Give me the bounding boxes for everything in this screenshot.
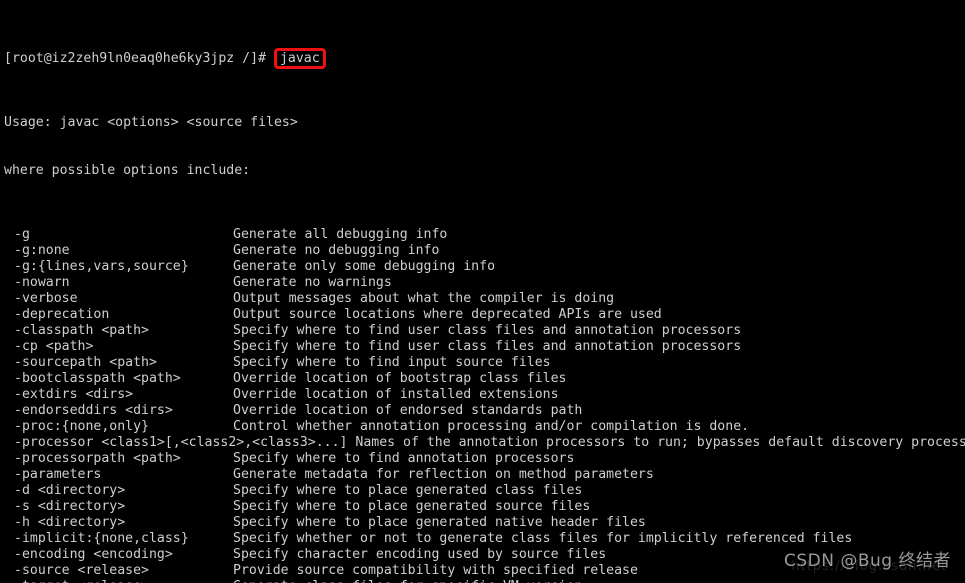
- option-row: -processor <class1>[,<class2>,<class3>..…: [0, 435, 965, 451]
- option-name: -processorpath <path>: [14, 451, 181, 466]
- usage-line: Usage: javac <options> <source files>: [4, 115, 298, 130]
- option-description: Specify where to find annotation process…: [233, 451, 575, 466]
- option-description: Specify whether or not to generate class…: [233, 531, 853, 546]
- option-name: -verbose: [14, 291, 78, 306]
- option-row: -s <directory> Specify where to place gen…: [0, 499, 965, 515]
- option-name: -g: [14, 227, 30, 242]
- option-name: -s <directory>: [14, 499, 126, 514]
- option-row: -extdirs <dirs> Override location of inst…: [0, 387, 965, 403]
- option-description: Override location of endorsed standards …: [233, 403, 583, 418]
- option-row: -target <release> Generate class files fo…: [0, 579, 965, 583]
- option-description: Specify where to place generated native …: [233, 515, 646, 530]
- option-row: -processorpath <path> Specify where to fi…: [0, 451, 965, 467]
- option-name: -g:none: [14, 243, 70, 258]
- option-description: Override location of installed extension…: [233, 387, 559, 402]
- option-description: Generate class files for specific VM ver…: [233, 579, 582, 583]
- option-name: -sourcepath <path>: [14, 355, 157, 370]
- option-row: -g Generate all debugging info: [0, 227, 965, 243]
- option-name: -bootclasspath <path>: [14, 371, 181, 386]
- option-description: Generate no debugging info: [233, 243, 440, 258]
- option-list: -g Generate all debugging info -g:none Gene…: [0, 227, 965, 583]
- option-description: Specify where to find input source files: [233, 355, 551, 370]
- option-name: -cp <path>: [14, 339, 94, 354]
- option-description: Generate all debugging info: [233, 227, 448, 242]
- option-name: -endorseddirs <dirs>: [14, 403, 173, 418]
- option-name: -classpath <path>: [14, 323, 149, 338]
- option-description: Override location of bootstrap class fil…: [233, 371, 567, 386]
- option-name: -nowarn: [14, 275, 70, 290]
- option-description: Provide source compatibility with specif…: [233, 563, 638, 578]
- option-description: Generate no warnings: [233, 275, 392, 290]
- option-description: Specify where to find user class files a…: [233, 323, 742, 338]
- option-row: -implicit:{none,class} Specify whether or…: [0, 531, 965, 547]
- option-description: Specify character encoding used by sourc…: [233, 547, 607, 562]
- option-row: -sourcepath <path> Specify where to find …: [0, 355, 965, 371]
- option-row: -proc:{none,only} Control whether annotat…: [0, 419, 965, 435]
- option-description: Control whether annotation processing an…: [233, 419, 750, 434]
- option-name: -processor <class1>[,<class2>,<class3>..…: [14, 435, 348, 450]
- option-row: -verbose Output messages about what the c…: [0, 291, 965, 307]
- command-text: javac: [279, 51, 320, 66]
- watermark: CSDN @Bug 终结者: [783, 551, 951, 571]
- option-name: -proc:{none,only}: [14, 419, 149, 434]
- option-description: Output messages about what the compiler …: [233, 291, 615, 306]
- option-description: Specify where to place generated class f…: [233, 483, 583, 498]
- option-description: Names of the annotation processors to ru…: [347, 435, 965, 450]
- option-description: Specify where to place generated source …: [233, 499, 591, 514]
- option-row: -nowarn Generate no warnings: [0, 275, 965, 291]
- option-row: -bootclasspath <path> Override location o…: [0, 371, 965, 387]
- shell-prompt: [root@iz2zeh9ln0eaq0he6ky3jpz /]#: [4, 51, 267, 66]
- option-name: -h <directory>: [14, 515, 126, 530]
- option-name: -d <directory>: [14, 483, 126, 498]
- option-row: -classpath <path> Specify where to find u…: [0, 323, 965, 339]
- option-name: -extdirs <dirs>: [14, 387, 134, 402]
- option-row: -deprecation Output source locations wher…: [0, 307, 965, 323]
- option-name: -target <release>: [14, 579, 149, 583]
- terminal-screen: [root@iz2zeh9ln0eaq0he6ky3jpz /]# javac …: [0, 0, 965, 583]
- option-row: -g:none Generate no debugging info: [0, 243, 965, 259]
- option-name: -implicit:{none,class}: [14, 531, 189, 546]
- option-row: -cp <path> Specify where to find user cla…: [0, 339, 965, 355]
- option-description: Specify where to find user class files a…: [233, 339, 742, 354]
- option-row: -endorseddirs <dirs> Override location of…: [0, 403, 965, 419]
- option-name: -deprecation: [14, 307, 110, 322]
- command-prompt-line: [root@iz2zeh9ln0eaq0he6ky3jpz /]# javac: [0, 48, 965, 69]
- option-description: Generate metadata for reflection on meth…: [233, 467, 654, 482]
- option-name: -encoding <encoding>: [14, 547, 173, 562]
- option-name: -g:{lines,vars,source}: [14, 259, 189, 274]
- option-description: Generate only some debugging info: [233, 259, 496, 274]
- option-row: -g:{lines,vars,source} Generate only some…: [0, 259, 965, 275]
- option-name: -source <release>: [14, 563, 149, 578]
- option-row: -h <directory> Specify where to place gen…: [0, 515, 965, 531]
- option-row: -d <directory> Specify where to place gen…: [0, 483, 965, 499]
- option-description: Output source locations where deprecated…: [233, 307, 662, 322]
- option-row: -parameters Generate metadata for reflect…: [0, 467, 965, 483]
- options-header: where possible options include:: [4, 163, 251, 178]
- option-name: -parameters: [14, 467, 102, 482]
- terminal-window[interactable]: [root@iz2zeh9ln0eaq0he6ky3jpz /]# javac …: [0, 0, 965, 583]
- highlighted-command: javac: [273, 48, 326, 69]
